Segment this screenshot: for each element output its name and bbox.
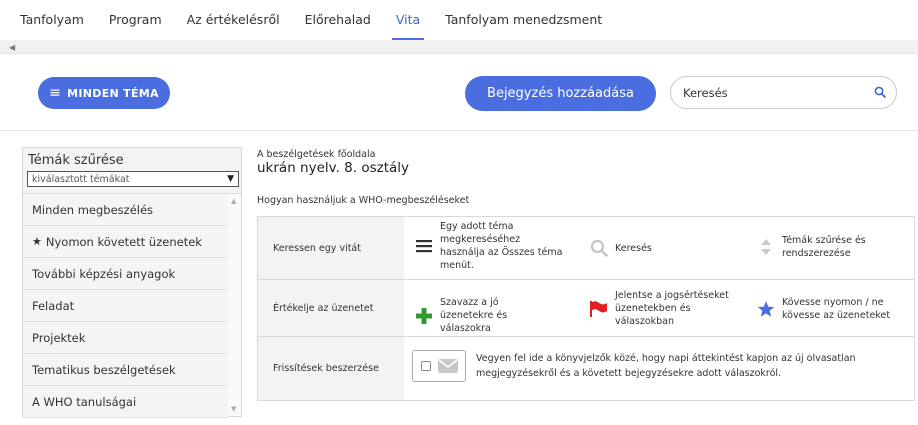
howto-row-find: Keressen egy vitát Egy adott téma megker… (258, 217, 914, 280)
topic-item-label: A WHO tanulságai (32, 394, 137, 409)
topic-list: Minden megbeszélés ★ Nyomon követett üzen… (23, 194, 229, 418)
howto-text: Szavazz a jó üzenetekre és válaszokra (440, 297, 508, 334)
topic-item-label: Minden megbeszélés (32, 202, 154, 217)
row-label: Frissítések beszerzése (258, 337, 404, 400)
howto-text: Témák szűrése és rendszerezése (782, 235, 866, 259)
topic-item-label: Feladat (32, 298, 75, 313)
row-label: Keressen egy vitát (258, 217, 404, 279)
subscribe-toggle[interactable] (412, 350, 466, 382)
topic-item-who-lessons[interactable]: A WHO tanulságai (23, 386, 229, 418)
topic-item-thematic-discussions[interactable]: Tematikus beszélgetések (23, 354, 229, 386)
tab-progress[interactable]: Előrehalad (305, 0, 371, 40)
dropdown-caret-icon: ▼ (227, 174, 234, 184)
topic-filter-panel: Témák szűrése kiválasztott témákat ▼ Min… (22, 147, 242, 418)
tab-course-management[interactable]: Tanfolyam menedzsment (445, 0, 602, 40)
toolbar-divider (0, 130, 918, 131)
row-body: Egy adott téma megkereséséhez használja … (404, 217, 914, 279)
tab-program[interactable]: Program (109, 0, 162, 40)
star-icon (756, 299, 776, 319)
topic-list-scrollbar[interactable]: ▲ ▼ (228, 194, 241, 416)
howto-cell: Szavazz a jó üzenetekre és válaszokra (414, 296, 554, 335)
course-tabs: Tanfolyam Program Az értékelésről Előreh… (0, 0, 918, 40)
howto-table: Keressen egy vitát Egy adott téma megker… (257, 216, 915, 401)
all-topics-label: MINDEN TÉMA (67, 86, 159, 100)
topic-select[interactable]: kiválasztott témákat ▼ (27, 171, 239, 187)
search-input[interactable] (683, 85, 874, 100)
envelope-icon (437, 359, 458, 373)
row-label: Értékelje az üzenetet (258, 280, 404, 336)
star-icon: ★ (32, 235, 42, 248)
howto-text: Jelentse a jogsértéseket üzenetekben és … (615, 290, 729, 327)
howto-cell: Jelentse a jogsértéseket üzenetekben és … (589, 289, 749, 328)
topic-item-label: Nyomon követett üzenetek (45, 234, 202, 249)
row-body: Vegyen fel ide a könyvjelzők közé, hogy … (404, 337, 914, 400)
add-post-button[interactable]: Bejegyzés hozzáadása (465, 76, 656, 111)
topic-select-value: kiválasztott témákat (32, 173, 130, 185)
topic-item-label: Tematikus beszélgetések (32, 362, 176, 377)
howto-heading: Hogyan használjuk a WHO-megbeszéléseket (257, 195, 470, 206)
topic-item-label: További képzési anyagok (32, 266, 176, 281)
subscribe-checkbox[interactable] (420, 361, 431, 371)
howto-text: Keresés (615, 242, 652, 254)
tab-discussion[interactable]: Vita (391, 0, 425, 40)
howto-cell: Kövesse nyomon / ne kövesse az üzeneteke… (756, 296, 916, 322)
subscribe-description: Vegyen fel ide a könyvjelzők közé, hogy … (476, 353, 856, 379)
topic-filter-title: Témák szűrése (28, 153, 124, 168)
tab-about-grading[interactable]: Az értékelésről (187, 0, 280, 40)
sort-icon (756, 237, 776, 257)
horizontal-scrollbar[interactable]: ◀ (0, 40, 918, 54)
menu-icon: ≡ (49, 85, 62, 101)
row-body: Szavazz a jó üzenetekre és válaszokra Je… (404, 280, 914, 336)
topic-item-training-materials[interactable]: További képzési anyagok (23, 258, 229, 290)
topic-item-label: Projektek (32, 330, 86, 345)
topic-item-followed-posts[interactable]: ★ Nyomon követett üzenetek (23, 226, 229, 258)
tab-course[interactable]: Tanfolyam (20, 0, 84, 40)
breadcrumb[interactable]: A beszélgetések főoldala (257, 149, 376, 160)
search-box (670, 76, 897, 109)
topic-filter-header: Témák szűrése kiválasztott témákat ▼ (23, 148, 241, 194)
topic-item-all-discussions[interactable]: Minden megbeszélés (23, 194, 229, 226)
howto-cell: Egy adott téma megkereséséhez használja … (414, 220, 564, 272)
all-topics-button[interactable]: ≡ MINDEN TÉMA (38, 77, 170, 109)
scroll-up-icon[interactable]: ▲ (231, 197, 236, 205)
howto-text: Kövesse nyomon / ne kövesse az üzeneteke… (782, 297, 891, 321)
scroll-down-icon[interactable]: ▼ (231, 405, 236, 413)
search-icon (589, 238, 609, 258)
howto-row-updates: Frissítések beszerzése Vegyen fel ide a … (258, 337, 914, 400)
topic-item-task[interactable]: Feladat (23, 290, 229, 322)
search-icon[interactable] (874, 83, 886, 102)
scroll-left-icon[interactable]: ◀ (9, 43, 15, 52)
howto-row-rate: Értékelje az üzenetet Szavazz a jó üzene… (258, 280, 914, 337)
flag-icon (589, 299, 609, 319)
menu-icon (414, 236, 434, 256)
howto-cell: Témák szűrése és rendszerezése (756, 234, 906, 260)
topic-item-projects[interactable]: Projektek (23, 322, 229, 354)
page-title: ukrán nyelv. 8. osztály (257, 160, 410, 176)
howto-text: Egy adott téma megkereséséhez használja … (440, 221, 563, 271)
howto-cell: Keresés (589, 238, 739, 258)
plus-icon (414, 306, 434, 326)
